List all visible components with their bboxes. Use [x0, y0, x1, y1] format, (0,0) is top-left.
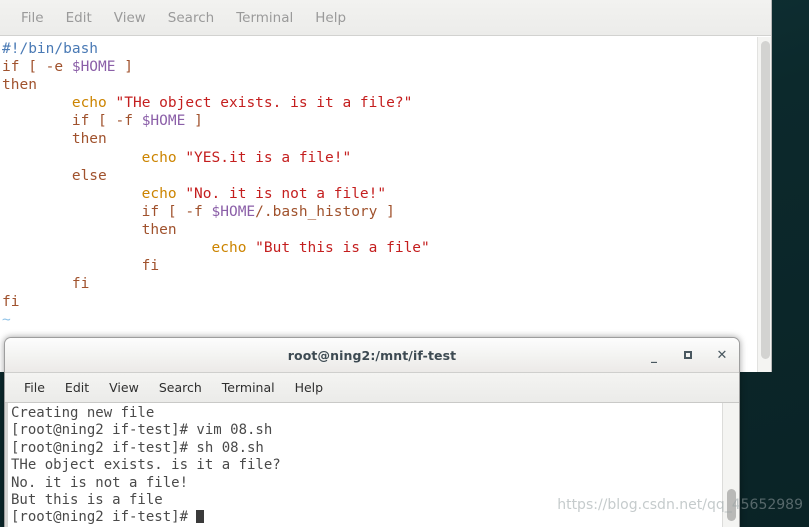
vim-code-line: #!/bin/bash: [2, 40, 757, 58]
vim-code-line: echo "THe object exists. is it a file?": [2, 94, 757, 112]
vim-menubar: File Edit View Search Terminal Help: [0, 0, 771, 36]
vim-code-token: "YES.it is a file!": [185, 149, 352, 166]
terminal-scrollbar-thumb[interactable]: [727, 489, 736, 521]
vim-code-token: then: [2, 131, 107, 148]
vim-menu-item-terminal[interactable]: Terminal: [225, 10, 304, 26]
vim-code-token: $HOME: [71, 59, 116, 76]
vim-code-token: fi: [2, 258, 160, 275]
vim-code-line: echo "But this is a file": [2, 239, 757, 257]
terminal-prompt-line[interactable]: [root@ning2 if-test]#: [11, 509, 722, 526]
vim-code-token: then: [2, 221, 177, 238]
terminal-window-title: root@ning2:/mnt/if-test: [287, 347, 457, 363]
vim-menu-item-file[interactable]: File: [10, 10, 55, 26]
vim-menu-item-search[interactable]: Search: [157, 10, 225, 26]
vim-code-line: else: [2, 167, 757, 185]
vim-code-token: echo: [2, 185, 186, 202]
terminal-menu-item-edit[interactable]: Edit: [55, 380, 99, 395]
vim-menu-item-view[interactable]: View: [103, 10, 157, 26]
vim-code-token: if [ -f: [2, 113, 142, 130]
vim-code-line: echo "No. it is not a file!": [2, 185, 757, 203]
terminal-menubar: File Edit View Search Terminal Help: [5, 373, 739, 403]
terminal-titlebar[interactable]: root@ning2:/mnt/if-test _ ✕: [5, 338, 739, 373]
terminal-output-line: [root@ning2 if-test]# vim 08.sh: [11, 422, 273, 439]
minimize-icon[interactable]: _: [647, 348, 661, 362]
close-icon[interactable]: ✕: [715, 348, 729, 362]
vim-code-token: $HOME: [211, 203, 256, 220]
vim-code-token: fi: [2, 276, 90, 293]
terminal-menu-item-search[interactable]: Search: [149, 380, 212, 395]
terminal-prompt-text: [root@ning2 if-test]#: [11, 509, 197, 526]
vim-code-token: #!/bin/bash: [2, 41, 99, 57]
vim-code-token: if [ -e: [2, 59, 72, 76]
vim-code-token: ]: [185, 113, 203, 130]
vim-code-token: ~: [2, 312, 11, 329]
vim-code-token: ]: [115, 59, 133, 76]
terminal-output-line: [root@ning2 if-test]# sh 08.sh: [11, 439, 264, 456]
vim-vertical-scrollbar[interactable]: [757, 37, 771, 372]
vim-code-line: fi: [2, 275, 757, 293]
vim-scrollbar-thumb[interactable]: [761, 41, 770, 359]
vim-code-token: echo: [2, 149, 186, 166]
vim-editor-window[interactable]: File Edit View Search Terminal Help #!/b…: [0, 0, 772, 372]
vim-code-token: echo: [2, 240, 256, 257]
vim-code-line: if [ -e $HOME ]: [2, 58, 757, 76]
terminal-output-line: No. it is not a file!: [11, 474, 189, 491]
vim-code-token: else: [2, 167, 107, 184]
vim-code-line: then: [2, 76, 757, 94]
terminal-window[interactable]: root@ning2:/mnt/if-test _ ✕ File Edit Vi…: [4, 337, 740, 527]
vim-menu-item-edit[interactable]: Edit: [55, 10, 103, 26]
terminal-menu-item-view[interactable]: View: [99, 380, 149, 395]
vim-code-token: "THe object exists. is it a file?": [115, 95, 413, 112]
terminal-output-line: Creating new file: [11, 405, 155, 421]
vim-code-token: /.bash_history ]: [255, 203, 395, 220]
vim-text-area[interactable]: #!/bin/bash if [ -e $HOME ] then echo "THe…: [0, 37, 757, 372]
terminal-output-line: THe object exists. is it a file?: [11, 457, 281, 474]
vim-code-line: fi: [2, 257, 757, 275]
terminal-output-line: But this is a file: [11, 492, 163, 509]
vim-code-line: then: [2, 221, 757, 239]
vim-code-line: ~: [2, 311, 757, 329]
window-controls: _ ✕: [647, 338, 729, 372]
terminal-vertical-scrollbar[interactable]: [722, 403, 739, 527]
vim-code-token: fi: [2, 294, 20, 311]
vim-code-token: "But this is a file": [255, 240, 430, 257]
vim-menu-item-help[interactable]: Help: [304, 10, 357, 26]
terminal-menu-item-terminal[interactable]: Terminal: [212, 380, 285, 395]
vim-code-token: "No. it is not a file!": [185, 185, 387, 202]
vim-code-token: then: [2, 77, 37, 94]
vim-code-token: $HOME: [141, 113, 186, 130]
vim-code-line: if [ -f $HOME ]: [2, 112, 757, 130]
terminal-cursor: [196, 510, 205, 524]
vim-code-line: then: [2, 130, 757, 148]
terminal-output-area[interactable]: Creating new file [root@ning2 if-test]# v…: [5, 403, 722, 527]
vim-code-line: if [ -f $HOME/.bash_history ]: [2, 203, 757, 221]
maximize-icon[interactable]: [681, 348, 695, 362]
vim-code-line: fi: [2, 293, 757, 311]
vim-code-line: echo "YES.it is a file!": [2, 149, 757, 167]
vim-code-token: if [ -f: [2, 203, 212, 220]
vim-code-token: echo: [2, 95, 116, 112]
terminal-menu-item-file[interactable]: File: [14, 380, 55, 395]
terminal-menu-item-help[interactable]: Help: [285, 380, 334, 395]
